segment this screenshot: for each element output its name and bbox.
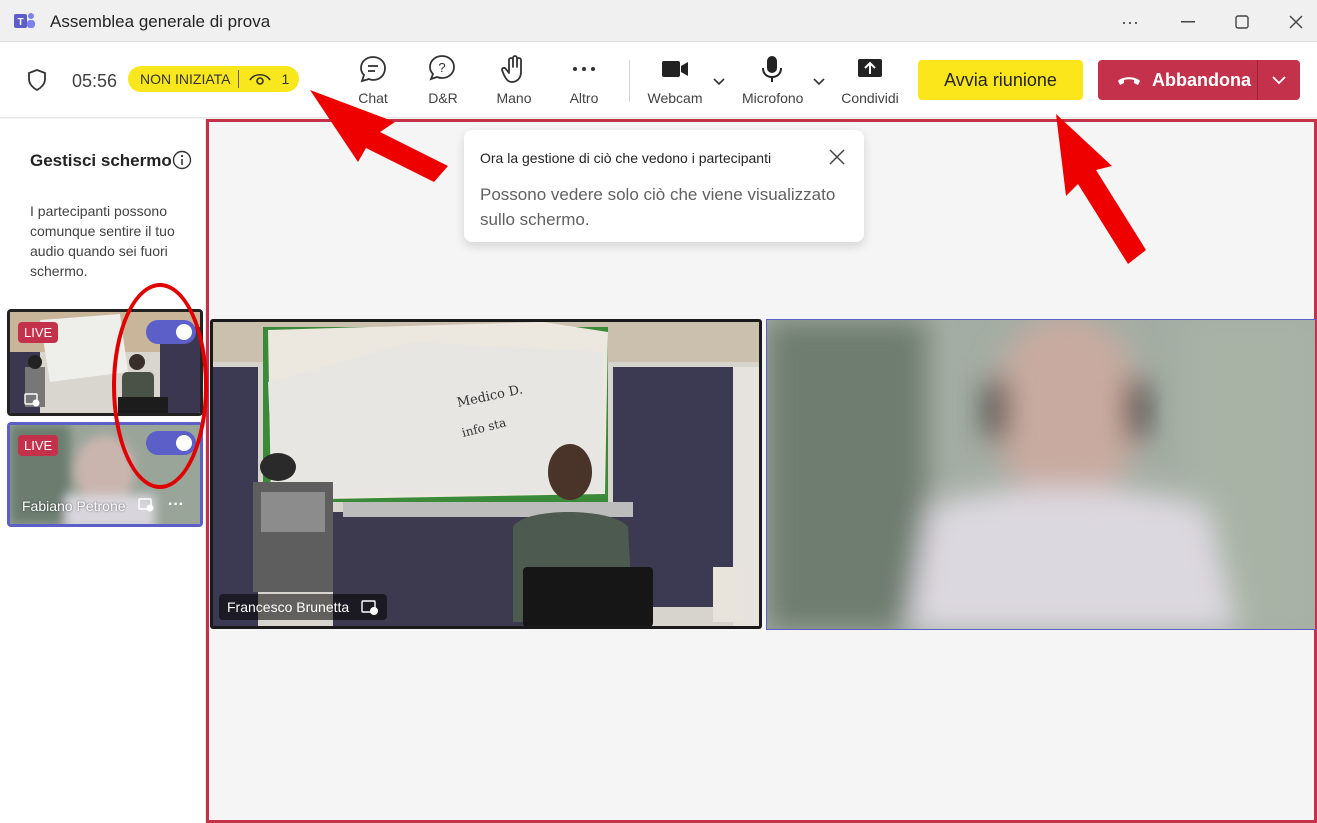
teams-logo-icon: T (14, 13, 35, 28)
svg-text:?: ? (438, 60, 445, 75)
close-icon[interactable] (828, 148, 846, 166)
participant-name: Francesco Brunetta (227, 599, 350, 615)
live-badge: LIVE (18, 435, 59, 456)
info-tooltip: Ora la gestione di ciò che vedono i part… (464, 130, 864, 242)
hand-icon (501, 55, 522, 83)
annotation-arrow (1056, 114, 1146, 264)
more-label: Altro (569, 90, 599, 106)
status-label: NON INIZIATA (140, 71, 231, 87)
leave-label: Abbandona (1152, 69, 1251, 90)
window-title: Assemblea generale di prova (50, 12, 271, 31)
leave-dropdown[interactable] (1258, 60, 1300, 100)
annotation-arrow (310, 90, 448, 182)
toolbar-divider (629, 60, 630, 102)
participant-video[interactable]: Medico D. info sta Francesco Brunetta (210, 319, 762, 629)
share-button[interactable]: Condividi (840, 54, 900, 110)
chevron-down-icon (1272, 76, 1286, 85)
leave-main-button[interactable]: Abbandona (1098, 60, 1258, 100)
microphone-chevron-down-icon[interactable] (811, 74, 827, 90)
panel-title: Gestisci schermo (30, 151, 172, 170)
leave-button[interactable]: Abbandona (1098, 60, 1300, 100)
chat-icon (360, 56, 386, 83)
raise-hand-button[interactable]: Mano (484, 54, 544, 110)
meeting-status-badge: NON INIZIATA 1 (128, 66, 300, 92)
meeting-toolbar: 05:56 NON INIZIATA 1 Chat ? D&R Mano Alt… (0, 42, 1317, 118)
close-icon[interactable] (1278, 8, 1314, 36)
microphone-button[interactable]: Microfono (742, 54, 804, 110)
qna-icon: ? (429, 55, 455, 81)
eye-icon (249, 73, 272, 85)
annotation-circle (112, 283, 208, 489)
svg-text:T: T (17, 17, 23, 28)
meeting-timer: 05:56 (72, 71, 118, 91)
share-label: Condividi (841, 90, 899, 106)
microphone-label: Microfono (742, 90, 804, 106)
viewer-count: 1 (281, 71, 290, 87)
share-icon (858, 59, 882, 77)
maximize-icon[interactable] (1224, 8, 1260, 36)
screen-share-mini-icon (138, 498, 154, 512)
webcam-button[interactable]: Webcam (645, 54, 705, 110)
participant-name: Fabiano Petrone (22, 498, 126, 514)
tooltip-body: Possono vedere solo ciò che viene visual… (480, 185, 836, 229)
info-icon[interactable] (172, 150, 192, 170)
panel-description: I partecipanti possono comunque sentire … (30, 203, 175, 279)
title-bar: T Assemblea generale di prova ··· (0, 0, 1317, 42)
more-button[interactable]: Altro (554, 54, 614, 110)
webcam-chevron-down-icon[interactable] (711, 74, 727, 90)
start-meeting-button[interactable]: Avvia riunione (918, 60, 1083, 100)
camera-icon (662, 61, 688, 77)
webcam-label: Webcam (647, 90, 703, 106)
hang-up-icon (1118, 77, 1140, 85)
more-options-icon[interactable]: ··· (1112, 8, 1148, 36)
shield-icon[interactable] (26, 68, 48, 92)
more-icon (573, 67, 595, 71)
more-options-icon[interactable]: ··· (168, 496, 184, 514)
screen-share-mini-icon (24, 393, 40, 407)
video-feed: Medico D. info sta (213, 322, 759, 626)
participant-name-tag: Francesco Brunetta (219, 594, 388, 620)
hand-label: Mano (496, 90, 532, 106)
video-feed-blurred (767, 320, 1317, 629)
minimize-icon[interactable] (1170, 8, 1206, 36)
live-badge: LIVE (18, 322, 59, 343)
participant-video[interactable] (766, 319, 1317, 630)
screen-share-mini-icon (361, 600, 379, 615)
mic-icon (762, 56, 782, 82)
tooltip-title: Ora la gestione di ciò che vedono i part… (480, 150, 772, 166)
